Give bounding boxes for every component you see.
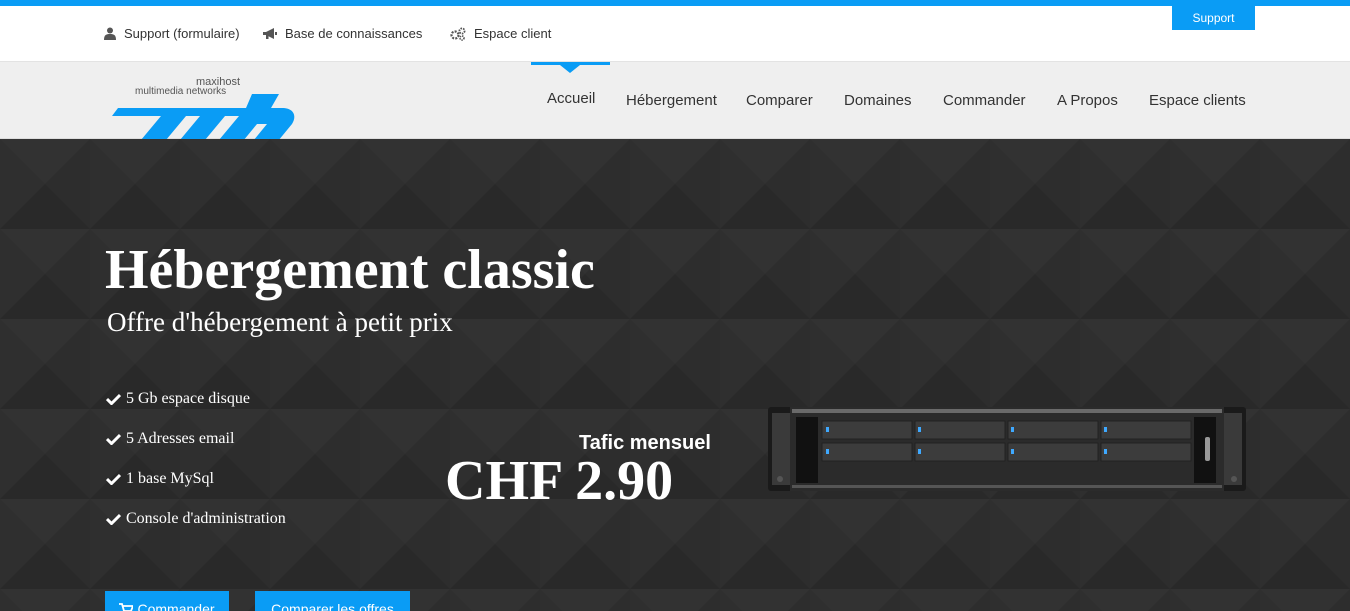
compare-offers-label: Comparer les offres — [271, 601, 394, 611]
feature-item: Console d'administration — [106, 510, 286, 528]
megaphone-icon — [263, 27, 277, 39]
hero-pattern — [0, 139, 1350, 611]
feature-label: 1 base MySql — [126, 470, 214, 487]
nav-item-commander[interactable]: Commander — [943, 92, 1026, 109]
check-icon — [106, 473, 121, 485]
support-button[interactable]: Support — [1172, 6, 1255, 30]
client-area-label: Espace client — [474, 26, 552, 41]
svg-text:multimedia networks: multimedia networks — [135, 86, 226, 97]
check-icon — [106, 513, 121, 525]
user-icon — [104, 27, 116, 40]
check-icon — [106, 393, 121, 405]
knowledge-base-label: Base de connaissances — [285, 26, 423, 41]
hero-banner: Hébergement classic Offre d'hébergement … — [0, 139, 1350, 611]
hero-title: Hébergement classic — [105, 239, 595, 301]
compare-offers-button[interactable]: Comparer les offres — [255, 591, 410, 611]
feature-label: Console d'administration — [126, 510, 286, 527]
top-bar: Support (formulaire) Base de connaissanc… — [0, 6, 1350, 62]
server-rack-image — [768, 407, 1246, 491]
feature-item: 1 base MySql — [106, 470, 214, 488]
nav-item-hebergement[interactable]: Hébergement — [626, 92, 717, 109]
check-icon — [106, 433, 121, 445]
nav-item-a-propos[interactable]: A Propos — [1057, 92, 1118, 109]
feature-item: 5 Adresses email — [106, 430, 234, 448]
nav-item-accueil[interactable]: Accueil — [547, 90, 595, 107]
gears-icon — [450, 27, 466, 41]
client-area-link[interactable]: Espace client — [450, 26, 551, 41]
cart-icon — [119, 603, 134, 611]
knowledge-base-link[interactable]: Base de connaissances — [262, 26, 422, 41]
price-value: CHF 2.90 — [445, 450, 674, 512]
nav-item-comparer[interactable]: Comparer — [746, 92, 813, 109]
feature-label: 5 Adresses email — [126, 430, 235, 447]
order-button[interactable]: Commander — [105, 591, 229, 611]
feature-item: 5 Gb espace disque — [106, 390, 250, 408]
feature-label: 5 Gb espace disque — [126, 390, 250, 407]
support-form-label: Support (formulaire) — [124, 26, 240, 41]
support-form-link[interactable]: Support (formulaire) — [104, 26, 240, 41]
nav-item-domaines[interactable]: Domaines — [844, 92, 912, 109]
nav-active-arrow — [560, 65, 580, 73]
nav-item-espace-clients[interactable]: Espace clients — [1149, 92, 1246, 109]
order-button-label: Commander — [137, 601, 215, 611]
hero-subtitle: Offre d'hébergement à petit prix — [107, 307, 453, 337]
main-nav: maxihost multimedia networks Accueil Héb… — [0, 62, 1350, 174]
